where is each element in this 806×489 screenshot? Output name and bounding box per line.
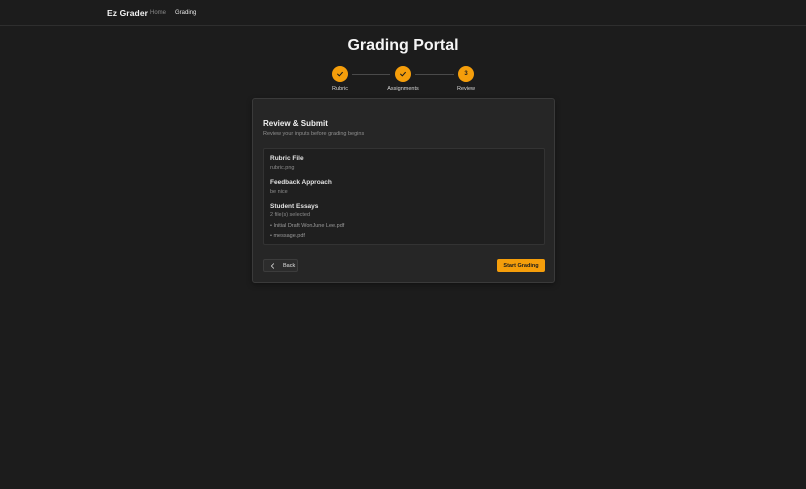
student-essays-count: 2 file(s) selected: [270, 212, 311, 218]
page-title: Grading Portal: [347, 37, 459, 54]
essay-file-item: • Initial Draft WonJune Lee.pdf: [270, 223, 345, 229]
step-label-assignments: Assignments: [387, 86, 419, 92]
brand-logo-text[interactable]: Ez Grader: [107, 8, 148, 18]
check-icon: [337, 71, 343, 77]
feedback-approach-value: be nice: [270, 189, 288, 195]
nav-link-grading[interactable]: Grading: [175, 10, 196, 16]
step-review-indicator: 3: [458, 66, 474, 82]
step-label-rubric: Rubric: [332, 86, 348, 92]
essay-file-item: • message.pdf: [270, 233, 305, 239]
nav-link-home[interactable]: Home: [150, 10, 166, 16]
summary-panel: Rubric File rubric.png Feedback Approach…: [263, 148, 545, 245]
start-grading-label: Start Grading: [503, 262, 539, 269]
top-navbar: Ez Grader Home Grading: [0, 0, 806, 26]
check-icon: [400, 71, 406, 77]
step-number: 3: [464, 71, 468, 77]
review-card: Review & Submit Review your inputs befor…: [252, 98, 555, 283]
back-button[interactable]: Back: [263, 259, 298, 272]
step-label-review: Review: [456, 86, 476, 92]
card-subtitle: Review your inputs before grading begins: [263, 131, 365, 137]
card-title: Review & Submit: [263, 119, 328, 128]
stepper-connector: [352, 74, 390, 75]
rubric-file-label: Rubric File: [270, 155, 304, 162]
student-essays-label: Student Essays: [270, 203, 319, 210]
back-button-label: Back: [283, 262, 296, 269]
rubric-file-value: rubric.png: [270, 165, 295, 171]
step-assignments-indicator: [395, 66, 411, 82]
step-rubric-indicator: [332, 66, 348, 82]
chevron-left-icon: [270, 262, 275, 269]
stepper-connector: [415, 74, 454, 75]
start-grading-button[interactable]: Start Grading: [497, 259, 545, 272]
feedback-approach-label: Feedback Approach: [270, 179, 332, 186]
